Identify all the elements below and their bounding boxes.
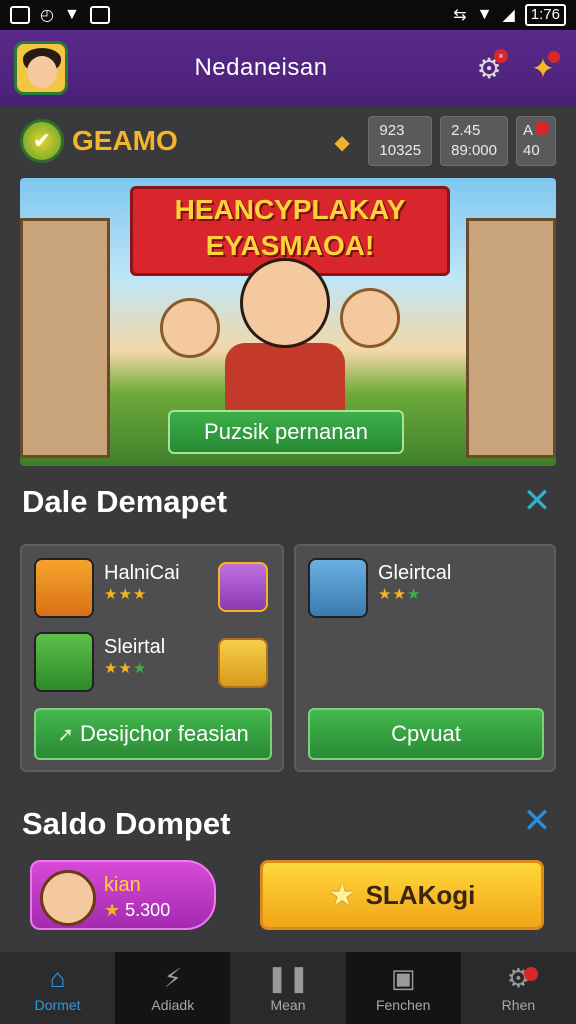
house-left-illustration <box>20 218 110 458</box>
rotate-icon: ⇆ <box>453 7 467 24</box>
nav-item-dormet[interactable]: ⌂ Dormet <box>0 952 116 1024</box>
saldo-section-title: Saldo Dompet <box>22 806 231 841</box>
rating-stars: ★★★ <box>104 586 148 603</box>
timer-icon: ◴ <box>40 7 54 24</box>
nav-item-mean[interactable]: ❚❚ Mean <box>230 952 345 1024</box>
brand-logo-icon: ✔ <box>20 119 64 163</box>
hero-banner[interactable]: HEANCYPLAKAY EYASMAOA! Puzsik pernanan <box>20 178 556 466</box>
saldo-action-button[interactable]: ★ SLAKogi <box>260 860 544 930</box>
nav-label: Adiadk <box>151 997 195 1013</box>
settings-button[interactable]: ⚙ × <box>470 49 508 87</box>
gift-box-icon[interactable] <box>218 562 268 612</box>
status-icons-left: ◴ ▼ <box>10 5 110 25</box>
bottom-nav: ⌂ Dormet ⚡ Adiadk ❚❚ Mean ▣ Fenchen ⚙ Rh… <box>0 952 576 1024</box>
star-icon: ★ <box>328 878 356 912</box>
stat-box-1[interactable]: 923 10325 <box>368 116 433 166</box>
notification-dot <box>548 51 560 63</box>
profile-avatar[interactable] <box>14 41 68 95</box>
item-thumbnail <box>34 558 94 618</box>
list-item[interactable]: Gleirtcal ★★★ <box>308 558 451 618</box>
item-thumbnail <box>34 632 94 692</box>
app-header: Nedaneisan ⚙ × ✦ <box>0 30 576 106</box>
wallet-balance-card[interactable]: kian ★ 5.300 <box>30 860 216 930</box>
deals-close-button[interactable]: ✕ <box>520 484 554 520</box>
inbox-icon: ▼ <box>63 6 80 23</box>
right-deal-button[interactable]: Cpvuat <box>308 708 544 760</box>
close-icon: ✕ <box>522 802 552 840</box>
stat-1-line1: 923 <box>379 122 405 139</box>
brand-name: GEAMO <box>72 125 178 156</box>
nav-label: Fenchen <box>375 997 431 1013</box>
list-item[interactable]: HalniCai ★★★ <box>34 558 180 618</box>
wallet-user-name: kian <box>104 874 141 896</box>
home-icon: ⌂ <box>49 963 66 993</box>
bag-icon <box>89 6 110 24</box>
stat-box-2[interactable]: 2.45 89:000 <box>440 116 508 166</box>
signal-icon: ◢ <box>502 7 515 24</box>
nav-item-fenchen[interactable]: ▣ Fenchen <box>345 952 461 1024</box>
deals-card-left: HalniCai ★★★ Sleirtal ★★★ ➚ Desijchor fe… <box>20 544 284 772</box>
stats-group: ◆ 923 10325 2.45 89:000 A 40 <box>334 116 556 166</box>
hero-play-button[interactable]: Puzsik pernanan <box>168 410 404 454</box>
house-right-illustration <box>466 218 556 458</box>
brand-row: ✔ GEAMO ◆ 923 10325 2.45 89:000 A 40 <box>0 106 576 176</box>
nav-item-rhen[interactable]: ⚙ Rhen <box>461 952 576 1024</box>
treasure-icon[interactable] <box>218 638 268 688</box>
nav-label: Mean <box>270 997 306 1013</box>
item-thumbnail <box>308 558 368 618</box>
hero-title-line1: HEANCYPLAKAY <box>174 194 406 225</box>
saldo-close-button[interactable]: ✕ <box>520 804 554 840</box>
gear-icon: ⚙ <box>507 963 539 993</box>
rating-stars: ★★★ <box>104 660 148 677</box>
leaf-icon: ➚ <box>57 723 74 746</box>
deals-card-right: Gleirtcal ★★★ Cpvuat <box>294 544 556 772</box>
gem-icon: ◆ <box>334 132 350 154</box>
notification-badge: × <box>494 49 508 63</box>
stat-2-line2: 89:000 <box>451 142 497 159</box>
status-icons-right: ⇆ ▼ ◢ 1:76 <box>453 4 566 26</box>
deals-section-title: Dale Demapet <box>22 484 228 519</box>
nav-label: Dormet <box>34 997 81 1013</box>
saldo-action-label: SLAKogi <box>365 879 476 910</box>
avatar <box>40 870 96 926</box>
character-main <box>240 258 330 348</box>
item-name: HalniCai <box>104 562 180 584</box>
character-right <box>340 288 400 348</box>
wallet-balance: ★ 5.300 <box>104 900 171 920</box>
close-icon: ✕ <box>522 482 552 520</box>
character-left <box>160 298 220 358</box>
item-name: Sleirtal <box>104 636 166 658</box>
status-bar: ◴ ▼ ⇆ ▼ ◢ 1:76 <box>0 0 576 30</box>
stat-box-3[interactable]: A 40 <box>516 116 556 166</box>
gallery-icon <box>10 6 30 24</box>
star-icon: ★ <box>104 900 121 920</box>
pause-icon: ❚❚ <box>266 963 310 993</box>
rating-stars: ★★★ <box>378 586 422 603</box>
item-name: Gleirtcal <box>378 562 452 584</box>
left-deal-button-label: Desijchor feasian <box>80 721 249 746</box>
left-deal-button[interactable]: ➚ Desijchor feasian <box>34 708 272 760</box>
nav-label: Rhen <box>501 997 536 1013</box>
clipboard-icon: ▣ <box>390 963 416 993</box>
list-item[interactable]: Sleirtal ★★★ <box>34 632 165 692</box>
alert-dot <box>535 121 549 135</box>
hero-title: HEANCYPLAKAY EYASMAOA! <box>130 192 450 264</box>
favorites-button[interactable]: ✦ <box>524 49 562 87</box>
stat-1-line2: 10325 <box>379 142 422 159</box>
avatar-face <box>27 56 57 88</box>
lightning-icon: ⚡ <box>163 963 182 993</box>
page-title: Nedaneisan <box>194 54 328 81</box>
stat-2-line1: 2.45 <box>451 122 481 139</box>
nav-item-adiadk[interactable]: ⚡ Adiadk <box>115 952 231 1024</box>
stat-3-line2: 40 <box>523 142 540 159</box>
notification-dot <box>524 967 539 981</box>
clock: 1:76 <box>524 4 566 26</box>
right-deal-button-label: Cpvuat <box>391 721 461 746</box>
wifi-icon: ▼ <box>476 6 493 23</box>
